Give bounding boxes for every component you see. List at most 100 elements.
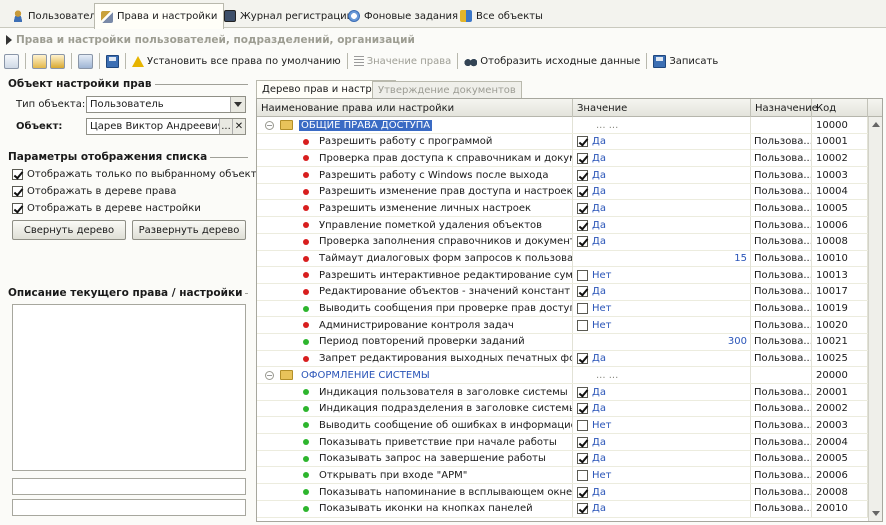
cell-name[interactable]: Показывать напоминание в всплывающем окн… bbox=[257, 484, 573, 501]
expand-tree-button[interactable]: Развернуть дерево bbox=[132, 220, 246, 240]
write-button[interactable]: Записать bbox=[653, 54, 718, 68]
value-checkbox[interactable] bbox=[577, 303, 588, 315]
cell-value[interactable]: Да bbox=[573, 350, 751, 367]
table-row[interactable]: Разрешить работу с программой Да Пользова.… bbox=[257, 133, 868, 151]
cell-name[interactable]: Запрет редактирования выходных печатных … bbox=[257, 350, 573, 367]
tree-group-row[interactable]: − ОФОРМЛЕНИЕ СИСТЕМЫ ... ... 20000 bbox=[257, 367, 868, 384]
value-checkbox[interactable] bbox=[577, 353, 588, 365]
value-checkbox[interactable] bbox=[577, 436, 588, 448]
checkbox[interactable] bbox=[12, 186, 23, 197]
value-checkbox[interactable] bbox=[577, 136, 588, 148]
option-show-rights[interactable]: Отображать в дереве права bbox=[12, 183, 248, 200]
table-row[interactable]: Таймаут диалоговых форм запросов к польз… bbox=[257, 250, 868, 268]
collapse-tree-button[interactable]: Свернуть дерево bbox=[12, 220, 126, 240]
cell-value[interactable]: Да bbox=[573, 400, 751, 417]
column-header-destination[interactable]: Назначение bbox=[751, 99, 818, 117]
value-checkbox[interactable] bbox=[577, 469, 588, 481]
table-row[interactable]: Запрет редактирования выходных печатных … bbox=[257, 350, 868, 368]
print-icon[interactable] bbox=[78, 53, 93, 69]
cell-name[interactable]: Индикация пользователя в заголовке систе… bbox=[257, 384, 573, 400]
scroll-up-icon[interactable] bbox=[872, 122, 880, 127]
cell-value[interactable]: Да bbox=[573, 200, 751, 217]
table-row[interactable]: Период повторений проверки заданий 300 Пол… bbox=[257, 333, 868, 351]
value-checkbox[interactable] bbox=[577, 319, 588, 331]
cell-value[interactable]: Да bbox=[573, 167, 751, 184]
column-header-code[interactable]: Код bbox=[812, 99, 868, 117]
table-row[interactable]: Показывать напоминание в всплывающем окн… bbox=[257, 484, 868, 501]
cell-name[interactable]: − ОБЩИЕ ПРАВА ДОСТУПА bbox=[257, 117, 573, 133]
show-source-data-button[interactable]: Отобразить исходные данные bbox=[464, 55, 640, 67]
value-checkbox[interactable] bbox=[577, 219, 588, 231]
value-checkbox[interactable] bbox=[577, 286, 588, 298]
object-pick-button[interactable]: ... bbox=[219, 119, 232, 134]
cell-value[interactable]: Да bbox=[573, 133, 751, 150]
cell-name[interactable]: Открывать при входе "АРМ" bbox=[257, 467, 573, 484]
cell-value[interactable]: ... ... bbox=[573, 367, 751, 384]
option-show-settings[interactable]: Отображать в дереве настройки bbox=[12, 200, 248, 217]
value-checkbox[interactable] bbox=[577, 419, 588, 431]
cell-value[interactable]: Нет bbox=[573, 317, 751, 334]
value-rights-button[interactable]: Значение права bbox=[353, 56, 451, 67]
cell-name[interactable]: Показывать иконки на кнопках панелей bbox=[257, 500, 573, 517]
object-type-select[interactable]: Пользователь bbox=[86, 96, 246, 113]
value-checkbox[interactable] bbox=[577, 236, 588, 248]
tab-rights-settings[interactable]: Права и настройки bbox=[94, 3, 225, 29]
value-checkbox[interactable] bbox=[577, 186, 588, 198]
cell-name[interactable]: Индикация подразделения в заголовке сист… bbox=[257, 400, 573, 417]
table-row[interactable]: Разрешить работу с Windows после выхода Д… bbox=[257, 167, 868, 184]
cell-value[interactable]: Нет bbox=[573, 467, 751, 484]
cell-name[interactable]: Таймаут диалоговых форм запросов к польз… bbox=[257, 250, 573, 267]
cell-value[interactable]: Нет bbox=[573, 300, 751, 317]
value-checkbox[interactable] bbox=[577, 486, 588, 498]
tab-event-log[interactable]: Журнал регистрации bbox=[218, 5, 359, 27]
cell-value[interactable]: Да bbox=[573, 233, 751, 250]
cell-value[interactable]: Нет bbox=[573, 417, 751, 434]
table-row[interactable]: Разрешить изменение личных настроек Да Пол… bbox=[257, 200, 868, 218]
table-row[interactable]: Проверка заполнения справочников и докум… bbox=[257, 233, 868, 251]
checkbox[interactable] bbox=[12, 169, 23, 180]
cell-name[interactable]: Проверка прав доступа к справочникам и д… bbox=[257, 150, 573, 167]
table-row[interactable]: Проверка прав доступа к справочникам и д… bbox=[257, 150, 868, 168]
table-row[interactable]: Администрирование контроля задач Нет Польз… bbox=[257, 317, 868, 334]
cell-value[interactable]: 300 bbox=[573, 333, 751, 350]
cell-value[interactable]: Да bbox=[573, 283, 751, 300]
cell-name[interactable]: Показывать запрос на завершение работы bbox=[257, 450, 573, 467]
save-icon[interactable] bbox=[106, 54, 119, 68]
cell-name[interactable]: Разрешить изменение личных настроек bbox=[257, 200, 573, 217]
checkbox[interactable] bbox=[12, 203, 23, 214]
table-row[interactable]: Управление пометкой удаления объектов Да П… bbox=[257, 217, 868, 234]
cell-name[interactable]: Выводить сообщение об ошибках в информац… bbox=[257, 417, 573, 434]
cell-value[interactable]: Да bbox=[573, 500, 751, 517]
value-checkbox[interactable] bbox=[577, 503, 588, 515]
set-default-rights-button[interactable]: Установить все права по умолчанию bbox=[132, 55, 341, 67]
cell-value[interactable]: Да bbox=[573, 450, 751, 467]
cell-name[interactable]: Проверка заполнения справочников и докум… bbox=[257, 233, 573, 250]
value-checkbox[interactable] bbox=[577, 453, 588, 465]
cell-value[interactable]: Да bbox=[573, 384, 751, 400]
description-text-area[interactable] bbox=[12, 304, 246, 471]
cell-value[interactable]: Да bbox=[573, 484, 751, 501]
cell-name[interactable]: Разрешить интерактивное редактирование с… bbox=[257, 267, 573, 284]
cell-value[interactable]: Да bbox=[573, 183, 751, 200]
cell-name[interactable]: Редактирование объектов - значений конст… bbox=[257, 283, 573, 300]
collapse-node-icon[interactable]: − bbox=[265, 370, 274, 380]
chevron-down-icon[interactable] bbox=[230, 97, 245, 112]
value-number[interactable]: 300 bbox=[728, 336, 750, 347]
tab-users[interactable]: Пользователи bbox=[6, 5, 108, 27]
tab-background-jobs[interactable]: Фоновые задания bbox=[342, 5, 464, 27]
copy-rights-icon[interactable] bbox=[32, 53, 47, 69]
column-header-value[interactable]: Значение bbox=[573, 99, 751, 117]
vertical-scrollbar[interactable] bbox=[868, 117, 882, 521]
cell-name[interactable]: Разрешить изменение прав доступа и настр… bbox=[257, 183, 573, 200]
table-row[interactable]: Редактирование объектов - значений конст… bbox=[257, 283, 868, 301]
value-checkbox[interactable] bbox=[577, 169, 588, 181]
cell-name[interactable]: Показывать приветствие при начале работы bbox=[257, 434, 573, 451]
value-checkbox[interactable] bbox=[577, 152, 588, 164]
table-row[interactable]: Открывать при входе "АРМ" Нет Пользова... 2… bbox=[257, 467, 868, 485]
cell-value[interactable]: Нет bbox=[573, 267, 751, 284]
cell-value[interactable]: 15 bbox=[573, 250, 751, 267]
table-row[interactable]: Показывать иконки на кнопках панелей Да По… bbox=[257, 500, 868, 518]
cell-value[interactable]: Да bbox=[573, 150, 751, 167]
value-checkbox[interactable] bbox=[577, 386, 588, 398]
tab-all-objects[interactable]: Все объекты bbox=[454, 5, 549, 27]
